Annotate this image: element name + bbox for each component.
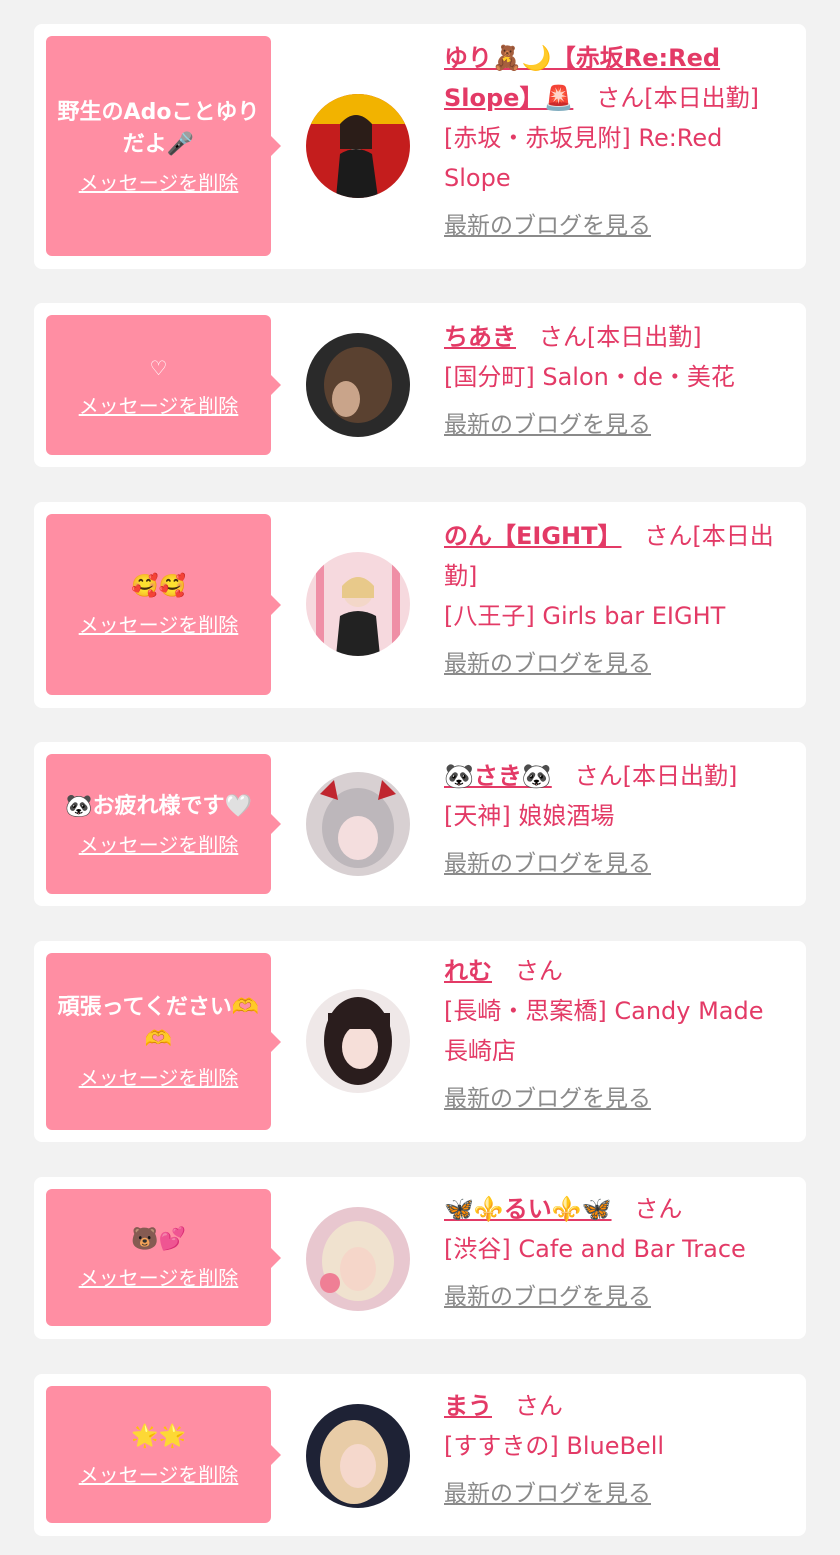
cast-name-link[interactable]: 🦋⚜️るい⚜️🦋 <box>444 1195 612 1223</box>
latest-blog-link[interactable]: 最新のブログを見る <box>444 844 651 884</box>
cast-name-link[interactable]: まう <box>444 1392 492 1420</box>
message-bubble: 🌟🌟 メッセージを削除 <box>46 1386 281 1523</box>
work-status: [本日出勤] <box>622 762 738 790</box>
avatar[interactable] <box>306 552 410 656</box>
avatar[interactable] <box>306 333 410 437</box>
san-suffix: さん <box>574 762 623 790</box>
shop-location: [天神] 娘娘酒場 <box>444 802 615 830</box>
avatar[interactable] <box>306 94 410 198</box>
message-text: 🥰🥰 <box>131 574 186 599</box>
shop-location: [国分町] Salon・de・美花 <box>444 363 735 391</box>
delete-message-link[interactable]: メッセージを削除 <box>79 1262 239 1291</box>
message-card: ♡ メッセージを削除 ちあき さん[本日出勤] [国分町] Salon・de・美… <box>34 303 806 467</box>
delete-message-link[interactable]: メッセージを削除 <box>79 609 239 638</box>
message-bubble: 野生のAdoことゆりだよ🎤 メッセージを削除 <box>46 36 281 256</box>
latest-blog-link[interactable]: 最新のブログを見る <box>444 405 651 445</box>
cast-info: ゆり🧸🌙【赤坂Re:Red Slope】🚨 さん[本日出勤] [赤坂・赤坂見附]… <box>444 38 790 246</box>
message-text: 🌟🌟 <box>131 1424 186 1449</box>
san-suffix: さん <box>514 957 563 985</box>
cast-name-link[interactable]: れむ <box>444 957 492 985</box>
san-suffix: さん <box>644 522 693 550</box>
cast-info: ちあき さん[本日出勤] [国分町] Salon・de・美花 最新のブログを見る <box>444 317 790 445</box>
delete-message-link[interactable]: メッセージを削除 <box>79 1062 239 1091</box>
work-status: [本日出勤] <box>644 84 759 112</box>
message-card: 🐻💕 メッセージを削除 🦋⚜️るい⚜️🦋 さん [渋谷] Cafe and Ba… <box>34 1177 806 1339</box>
avatar[interactable] <box>306 1207 410 1311</box>
message-text: 🐻💕 <box>131 1227 186 1252</box>
message-text: 🐼お疲れ様です🤍 <box>65 793 252 819</box>
message-card: 野生のAdoことゆりだよ🎤 メッセージを削除 ゆり🧸🌙【赤坂Re:Red Slo… <box>34 24 806 269</box>
shop-location: [長崎・思案橋] Candy Made 長崎店 <box>444 997 764 1065</box>
shop-location: [八王子] Girls bar EIGHT <box>444 602 726 630</box>
avatar[interactable] <box>306 772 410 876</box>
message-card: 🥰🥰 メッセージを削除 のん【EIGHT】 さん[本日出勤] [八王子] Gir… <box>34 502 806 708</box>
work-status: [本日出勤] <box>586 323 702 351</box>
san-suffix: さん <box>514 1392 563 1420</box>
san-suffix: さん <box>634 1195 683 1223</box>
shop-location: [渋谷] Cafe and Bar Trace <box>444 1235 746 1263</box>
latest-blog-link[interactable]: 最新のブログを見る <box>444 644 651 684</box>
message-card: 🐼お疲れ様です🤍 メッセージを削除 🐼さき🐼 さん[本日出勤] [天神] 娘娘酒… <box>34 742 806 906</box>
cast-info: のん【EIGHT】 さん[本日出勤] [八王子] Girls bar EIGHT… <box>444 516 790 684</box>
avatar[interactable] <box>306 1404 410 1508</box>
san-suffix: さん <box>596 84 645 112</box>
delete-message-link[interactable]: メッセージを削除 <box>79 1459 239 1488</box>
cast-name-link[interactable]: のん【EIGHT】 <box>444 522 621 550</box>
latest-blog-link[interactable]: 最新のブログを見る <box>444 206 651 246</box>
latest-blog-link[interactable]: 最新のブログを見る <box>444 1079 651 1119</box>
cast-info: れむ さん [長崎・思案橋] Candy Made 長崎店 最新のブログを見る <box>444 951 790 1119</box>
san-suffix: さん <box>538 323 587 351</box>
shop-location: [すすきの] BlueBell <box>444 1432 665 1460</box>
cast-name-link[interactable]: ちあき <box>444 323 516 351</box>
message-bubble: ♡ メッセージを削除 <box>46 315 281 455</box>
delete-message-link[interactable]: メッセージを削除 <box>79 829 239 858</box>
shop-location: [赤坂・赤坂見附] Re:Red Slope <box>444 124 723 192</box>
message-bubble: 🥰🥰 メッセージを削除 <box>46 514 281 695</box>
message-bubble: 🐻💕 メッセージを削除 <box>46 1189 281 1326</box>
message-text: 野生のAdoことゆりだよ🎤 <box>57 99 260 157</box>
cast-name-link[interactable]: 🐼さき🐼 <box>444 762 552 790</box>
avatar[interactable] <box>306 989 410 1093</box>
delete-message-link[interactable]: メッセージを削除 <box>79 167 239 196</box>
message-bubble: 🐼お疲れ様です🤍 メッセージを削除 <box>46 754 281 894</box>
message-card: 頑張ってください🫶🫶 メッセージを削除 れむ さん [長崎・思案橋] Candy… <box>34 941 806 1142</box>
message-text: ♡ <box>149 355 168 380</box>
message-bubble: 頑張ってください🫶🫶 メッセージを削除 <box>46 953 281 1130</box>
latest-blog-link[interactable]: 最新のブログを見る <box>444 1474 651 1514</box>
message-text: 頑張ってください🫶🫶 <box>57 995 260 1052</box>
cast-info: まう さん [すすきの] BlueBell 最新のブログを見る <box>444 1386 790 1514</box>
cast-info: 🐼さき🐼 さん[本日出勤] [天神] 娘娘酒場 最新のブログを見る <box>444 756 790 884</box>
latest-blog-link[interactable]: 最新のブログを見る <box>444 1277 651 1317</box>
cast-info: 🦋⚜️るい⚜️🦋 さん [渋谷] Cafe and Bar Trace 最新のブ… <box>444 1189 790 1317</box>
message-card: 🌟🌟 メッセージを削除 まう さん [すすきの] BlueBell 最新のブログ… <box>34 1374 806 1536</box>
delete-message-link[interactable]: メッセージを削除 <box>79 390 239 419</box>
